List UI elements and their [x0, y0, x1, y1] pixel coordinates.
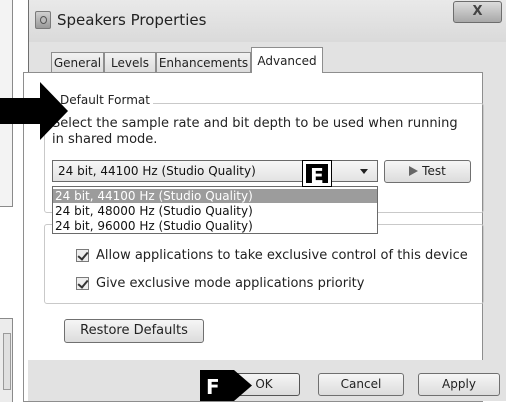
default-format-label: Default Format	[57, 93, 153, 107]
restore-defaults-button[interactable]: Restore Defaults	[64, 319, 204, 343]
exclusive-mode-group	[44, 224, 484, 304]
allow-exclusive-checkbox[interactable]	[76, 249, 89, 262]
background-window-fragment-bottom	[0, 318, 13, 402]
apply-button[interactable]: Apply	[418, 373, 500, 396]
tab-enhancements[interactable]: Enhancements	[156, 52, 251, 72]
test-button[interactable]: Test	[384, 160, 471, 183]
dropdown-option[interactable]: 24 bit, 44100 Hz (Studio Quality)	[53, 189, 377, 203]
play-icon	[409, 166, 419, 176]
tab-general[interactable]: General	[51, 52, 104, 72]
cancel-button[interactable]: Cancel	[318, 373, 404, 396]
test-label: Test	[422, 164, 446, 178]
sample-rate-selected-value: 24 bit, 44100 Hz (Studio Quality)	[58, 164, 256, 178]
window-title: Speakers Properties	[57, 11, 207, 29]
speaker-icon	[35, 11, 51, 29]
callout-e-label: E	[303, 161, 331, 188]
sample-rate-dropdown-list: 24 bit, 44100 Hz (Studio Quality) 24 bit…	[52, 186, 378, 234]
close-button[interactable]: X	[453, 1, 502, 23]
tab-advanced[interactable]: Advanced	[251, 47, 323, 73]
check-icon	[77, 249, 89, 261]
allow-exclusive-label: Allow applications to take exclusive con…	[96, 248, 468, 263]
default-format-description: Select the sample rate and bit depth to …	[52, 116, 458, 147]
callout-f-arrow: F	[200, 370, 252, 401]
dropdown-option[interactable]: 24 bit, 96000 Hz (Studio Quality)	[53, 219, 377, 233]
background-scrollbar	[3, 333, 11, 390]
callout-f-label: F	[206, 375, 220, 399]
chevron-down-icon	[360, 169, 368, 174]
exclusive-priority-label: Give exclusive mode applications priorit…	[96, 276, 365, 291]
title-bar: Speakers Properties X	[29, 0, 506, 42]
tab-levels[interactable]: Levels	[104, 52, 156, 72]
dropdown-option[interactable]: 24 bit, 48000 Hz (Studio Quality)	[53, 204, 377, 218]
exclusive-priority-checkbox[interactable]	[76, 277, 89, 290]
annotation-arrow	[0, 82, 68, 140]
check-icon	[77, 277, 89, 289]
